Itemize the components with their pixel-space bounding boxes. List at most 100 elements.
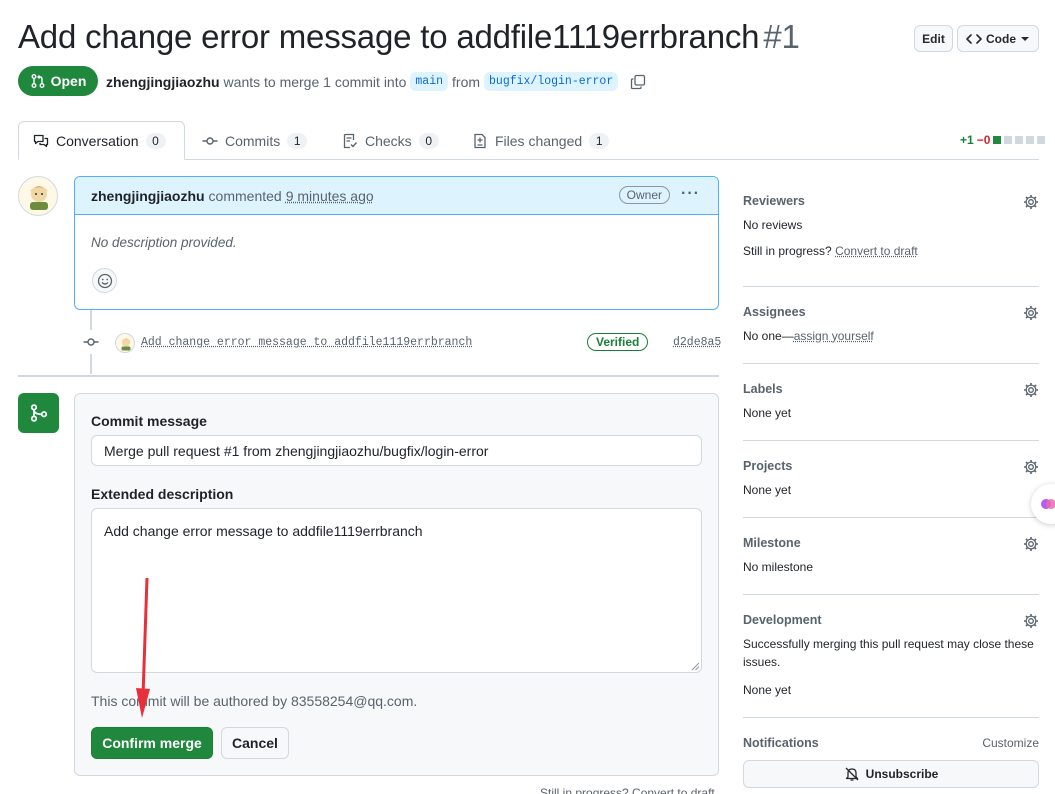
diffstat-block xyxy=(1004,136,1013,144)
tab-commits[interactable]: Commits 1 xyxy=(188,121,321,160)
gear-icon[interactable] xyxy=(1023,382,1039,401)
sidebar-development: Development Successfully merging this pu… xyxy=(743,613,1039,703)
development-title[interactable]: Development xyxy=(743,613,1039,627)
copy-icon[interactable] xyxy=(630,74,646,90)
comment-card: zhengjingjiaozhu commented 9 minutes ago… xyxy=(74,176,719,310)
unsubscribe-label: Unsubscribe xyxy=(865,767,939,781)
git-commit-icon xyxy=(79,330,103,354)
labels-title[interactable]: Labels xyxy=(743,382,1039,396)
milestone-title[interactable]: Milestone xyxy=(743,536,1039,550)
tab-conversation[interactable]: Conversation 0 xyxy=(18,121,185,160)
reviewers-value: No reviews xyxy=(743,218,803,232)
sidebar-divider xyxy=(743,517,1039,518)
owner-badge: Owner xyxy=(618,186,670,204)
diffstat-block xyxy=(1026,136,1035,144)
caret-down-icon xyxy=(1021,36,1029,41)
comment-header: zhengjingjiaozhu commented 9 minutes ago… xyxy=(75,177,718,215)
projects-title[interactable]: Projects xyxy=(743,459,1039,473)
diffstat-deletions: −0 xyxy=(976,133,991,147)
commit-message-input[interactable]: Merge pull request #1 from zhengjingjiao… xyxy=(91,435,702,466)
sidebar-labels: Labels None yet xyxy=(743,382,1039,432)
comment-discussion-icon xyxy=(33,134,49,147)
commit-avatar[interactable] xyxy=(115,333,135,353)
draft-footnote: Still in progress? Convert to draft xyxy=(540,786,715,794)
sidebar-milestone: Milestone No milestone xyxy=(743,536,1039,586)
gear-icon[interactable] xyxy=(1023,305,1039,324)
sidebar-divider xyxy=(743,286,1039,287)
diffstat: +1 −0 xyxy=(960,133,1046,147)
assign-yourself-link[interactable]: assign yourself xyxy=(794,329,874,343)
comment-body: No description provided. xyxy=(91,235,237,250)
avatar[interactable] xyxy=(18,176,58,216)
reviewers-title[interactable]: Reviewers xyxy=(743,194,1039,208)
sidebar-notifications: Notifications Customize xyxy=(743,736,1039,756)
sidebar-assignees: Assignees No one—assign yourself xyxy=(743,305,1039,355)
assignees-line: No one—assign yourself xyxy=(743,327,1039,345)
code-icon xyxy=(966,33,982,44)
bell-slash-icon xyxy=(845,767,859,781)
tab-conversation-label: Conversation xyxy=(56,132,139,149)
merge-text: wants to merge 1 commit into xyxy=(223,73,407,90)
assignees-title[interactable]: Assignees xyxy=(743,305,1039,319)
comment-time[interactable]: 9 minutes ago xyxy=(286,188,374,204)
tab-files-changed-label: Files changed xyxy=(495,132,583,149)
sidebar-projects: Projects None yet xyxy=(743,459,1039,509)
development-value: None yet xyxy=(743,683,792,697)
file-diff-icon xyxy=(474,133,486,148)
confirm-merge-button[interactable]: Confirm merge xyxy=(91,727,213,759)
tab-checks-count: 0 xyxy=(418,132,439,149)
development-note: Successfully merging this pull request m… xyxy=(743,637,1034,669)
tab-checks[interactable]: Checks 0 xyxy=(328,121,453,160)
pr-number: #1 xyxy=(763,18,800,55)
diffstat-additions: +1 xyxy=(960,133,974,147)
diffstat-block xyxy=(1037,136,1046,144)
gear-icon[interactable] xyxy=(1023,536,1039,555)
pr-meta: zhengjingjiaozhu wants to merge 1 commit… xyxy=(106,72,646,91)
labels-value: None yet xyxy=(743,406,792,420)
unsubscribe-button[interactable]: Unsubscribe xyxy=(743,760,1039,788)
customize-link[interactable]: Customize xyxy=(982,736,1039,750)
base-branch[interactable]: main xyxy=(410,72,449,91)
tab-checks-label: Checks xyxy=(365,132,412,149)
gear-icon[interactable] xyxy=(1023,459,1039,478)
draft-prefix: Still in progress? xyxy=(743,244,832,258)
tab-conversation-count: 0 xyxy=(145,132,166,149)
assignees-prefix: No one— xyxy=(743,329,794,343)
comment-action: commented xyxy=(208,187,282,204)
extended-description-textarea[interactable]: Add change error message to addfile1119e… xyxy=(91,508,702,673)
sidebar-divider xyxy=(743,717,1039,718)
verified-badge[interactable]: Verified xyxy=(587,333,649,351)
sidebar-reviewers: Reviewers No reviews Still in progress? … xyxy=(743,194,1039,264)
convert-to-draft-link[interactable]: Convert to draft xyxy=(835,244,918,258)
resize-handle-icon[interactable] xyxy=(690,661,700,671)
sidebar-divider xyxy=(743,594,1039,595)
milestone-value: No milestone xyxy=(743,560,814,574)
code-button-label: Code xyxy=(986,31,1016,46)
git-pull-request-icon xyxy=(31,74,45,88)
gear-icon[interactable] xyxy=(1023,194,1039,213)
status-label: Open xyxy=(50,73,87,89)
checklist-icon xyxy=(343,133,358,148)
kebab-horizontal-icon[interactable]: ··· xyxy=(681,185,700,203)
sidebar-divider xyxy=(743,363,1039,364)
from-text: from xyxy=(452,73,481,90)
smiley-icon[interactable] xyxy=(92,268,117,293)
sidebar-divider xyxy=(743,440,1039,441)
pr-author-link[interactable]: zhengjingjiaozhu xyxy=(106,74,220,90)
tab-files-changed-count: 1 xyxy=(589,132,610,149)
draft-line: Still in progress? Convert to draft xyxy=(743,242,1039,260)
tab-files-changed[interactable]: Files changed 1 xyxy=(458,121,623,160)
projects-value: None yet xyxy=(743,483,792,497)
commit-message-link[interactable]: Add change error message to addfile1119e… xyxy=(141,336,472,349)
commit-sha-link[interactable]: d2de8a5 xyxy=(673,336,721,349)
extended-description-label: Extended description xyxy=(91,486,234,502)
gear-icon[interactable] xyxy=(1023,613,1039,632)
comment-author[interactable]: zhengjingjiaozhu xyxy=(91,188,205,204)
code-button[interactable]: Code xyxy=(957,25,1039,52)
head-branch[interactable]: bugfix/login-error xyxy=(484,72,619,91)
edit-button[interactable]: Edit xyxy=(914,25,953,52)
commit-message-label: Commit message xyxy=(91,413,207,429)
cancel-button[interactable]: Cancel xyxy=(221,727,289,759)
status-badge: Open xyxy=(18,66,98,96)
git-merge-icon xyxy=(18,393,59,433)
